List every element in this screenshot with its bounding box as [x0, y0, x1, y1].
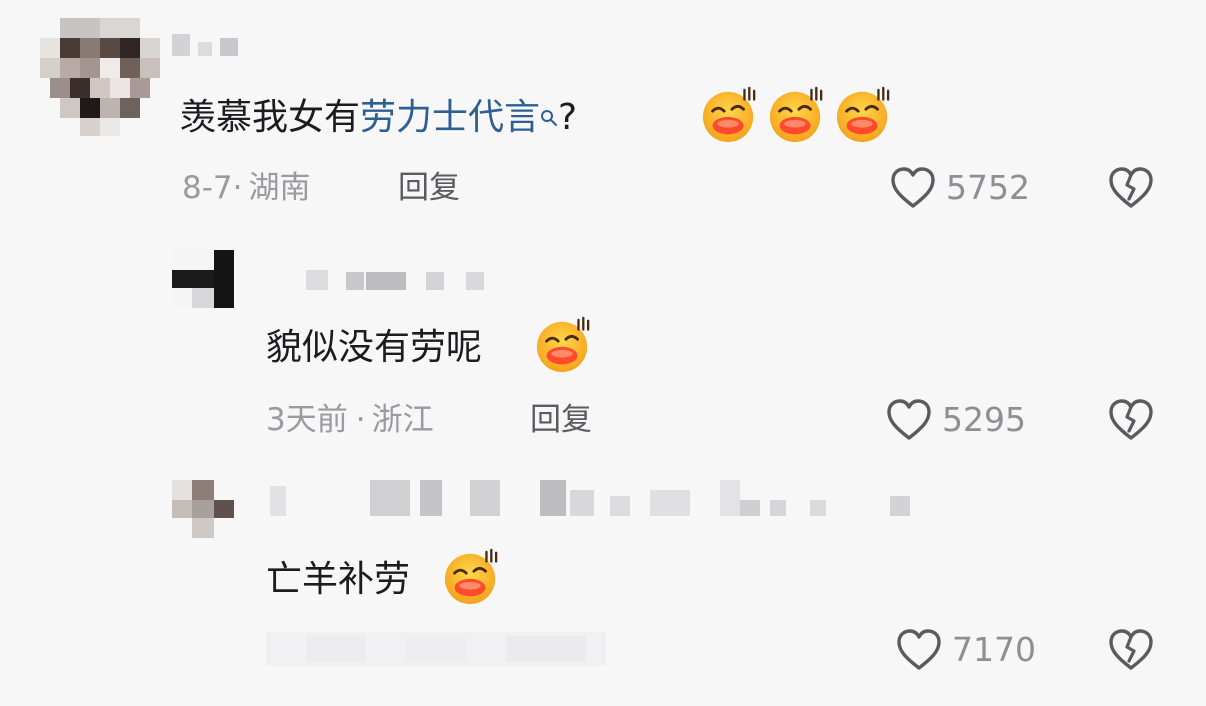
- comment-meta: 8-7· 湖南: [182, 168, 311, 208]
- broken-heart-icon[interactable]: [1108, 628, 1154, 672]
- comment-text: 亡羊补劳: [266, 559, 411, 600]
- broken-heart-icon[interactable]: [1108, 166, 1154, 210]
- grinning-face-emoji: [442, 548, 500, 606]
- broken-heart-icon[interactable]: [1108, 398, 1154, 442]
- comment-text-suffix: ?: [558, 97, 578, 138]
- reply-button[interactable]: 回复: [530, 400, 592, 440]
- like-count: 7170: [952, 630, 1036, 669]
- search-icon[interactable]: [540, 94, 558, 126]
- grinning-face-emoji: [834, 86, 892, 144]
- heart-icon[interactable]: [896, 628, 942, 672]
- username-blurred[interactable]: [270, 480, 950, 520]
- comment-date: 3天前: [266, 402, 348, 438]
- like-count: 5295: [942, 400, 1026, 439]
- search-keyword-link[interactable]: 劳力士代言: [360, 97, 540, 138]
- comment-meta-blurred: [266, 626, 616, 670]
- meta-separator: ·: [232, 170, 243, 206]
- grinning-face-emoji: [767, 86, 825, 144]
- meta-separator: ·: [355, 402, 366, 438]
- heart-icon[interactable]: [890, 166, 936, 210]
- avatar[interactable]: [40, 18, 160, 136]
- username-blurred[interactable]: [172, 28, 262, 58]
- username-blurred[interactable]: [306, 266, 496, 292]
- grinning-face-emoji: [534, 316, 592, 374]
- avatar[interactable]: [172, 480, 234, 538]
- comment-meta: 3天前 · 浙江: [266, 400, 434, 440]
- reply-button[interactable]: 回复: [398, 168, 460, 208]
- comment-text: 貌似没有劳呢: [266, 327, 483, 368]
- comment-text: 羡慕我女有劳力士代言?: [180, 96, 577, 140]
- comment-date: 8-7: [182, 170, 233, 206]
- comment-location: 湖南: [248, 170, 311, 206]
- comment-location: 浙江: [371, 402, 434, 438]
- like-count: 5752: [946, 168, 1030, 207]
- emoji-group: [700, 86, 892, 144]
- heart-icon[interactable]: [886, 398, 932, 442]
- grinning-face-emoji: [700, 86, 758, 144]
- avatar[interactable]: [172, 250, 234, 308]
- comment-text-plain: 羡慕我女有: [180, 97, 361, 138]
